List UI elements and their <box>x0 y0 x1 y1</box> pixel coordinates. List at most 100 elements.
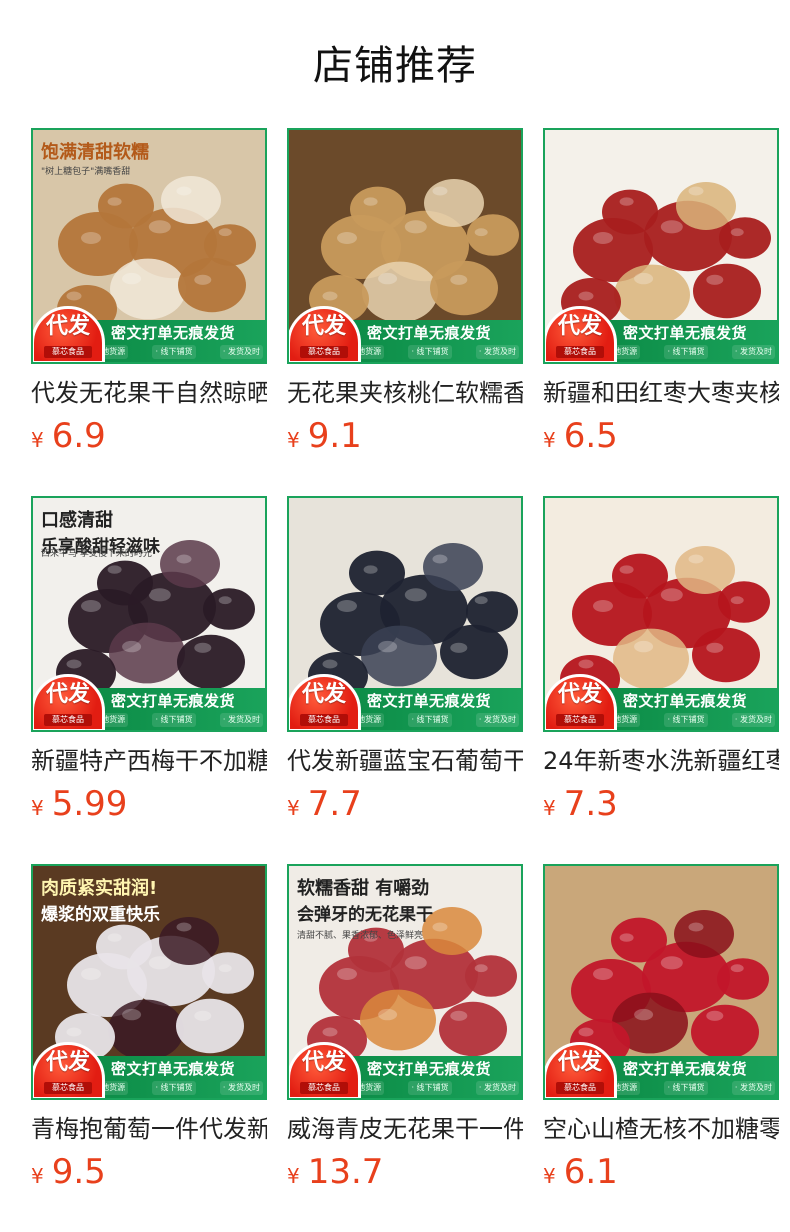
product-image[interactable]: 密文打单无痕发货 · 产地货源 · 线下铺货 · 发货及时 代发 慕芯食品 <box>287 128 523 364</box>
promo-headline: 密文打单无痕发货 <box>366 324 491 342</box>
product-image[interactable]: 密文打单无痕发货 · 产地货源 · 线下铺货 · 发货及时 代发 慕芯食品 <box>543 864 779 1100</box>
product-price: ¥7.3 <box>543 784 779 824</box>
promo-tags: · 产地货源 · 线下铺货 · 发货及时 <box>341 1081 519 1095</box>
promo-headline: 密文打单无痕发货 <box>622 1060 747 1078</box>
currency-symbol: ¥ <box>543 796 556 820</box>
badge-main-text: 代发 <box>45 682 90 707</box>
promo-tags: · 产地货源 · 线下铺货 · 发货及时 <box>85 1081 263 1095</box>
promo-tags: · 产地货源 · 线下铺货 · 发货及时 <box>597 345 775 359</box>
product-name[interactable]: 威海青皮无花果干一件代发 <box>287 1112 523 1146</box>
badge-main-text: 代发 <box>301 682 346 707</box>
badge-main-text: 代发 <box>557 682 602 707</box>
product-card[interactable]: 软糯香甜 有嚼劲 会弹牙的无花果干 清甜不腻、果香浓郁、色泽鲜亮 密文打单无痕发货 · … <box>287 864 523 1192</box>
promo-headline: 密文打单无痕发货 <box>110 1060 235 1078</box>
badge-brand-text: 慕芯食品 <box>300 714 348 726</box>
product-card[interactable]: 密文打单无痕发货 · 产地货源 · 线下铺货 · 发货及时 代发 慕芯食品 空心山楂无核不加… <box>543 864 779 1192</box>
badge-brand-text: 慕芯食品 <box>300 1082 348 1094</box>
badge-brand-text: 慕芯食品 <box>300 346 348 358</box>
product-image[interactable]: 饱满清甜软糯 "树上糖包子"满嘴香甜 密文打单无痕发货 · 产地货源 · 线下铺货 · 发… <box>31 128 267 364</box>
image-overlay-text: 口感清甜 <box>41 510 113 531</box>
price-value: 9.1 <box>307 416 362 456</box>
promo-tag: · 发货及时 <box>475 713 519 727</box>
badge-main-text: 代发 <box>45 1050 90 1075</box>
image-overlay-text: 会弹牙的无花果干 <box>297 905 433 925</box>
price-value: 6.9 <box>51 416 106 456</box>
currency-symbol: ¥ <box>543 1164 556 1188</box>
product-card[interactable]: 饱满清甜软糯 "树上糖包子"满嘴香甜 密文打单无痕发货 · 产地货源 · 线下铺货 · 发… <box>31 128 267 456</box>
promo-headline: 密文打单无痕发货 <box>110 324 235 342</box>
product-name[interactable]: 青梅抱葡萄一件代发新品 <box>31 1112 267 1146</box>
promo-banner: 密文打单无痕发货 · 产地货源 · 线下铺货 · 发货及时 代发 慕芯食品 <box>289 306 521 362</box>
badge-brand-text: 慕芯食品 <box>556 714 604 726</box>
promo-tag: · 线下铺货 <box>664 1081 708 1095</box>
promo-tag: · 发货及时 <box>219 345 263 359</box>
currency-symbol: ¥ <box>31 428 44 452</box>
badge-main-text: 代发 <box>45 314 90 339</box>
price-value: 5.99 <box>51 784 128 824</box>
badge-main-text: 代发 <box>301 1050 346 1075</box>
promo-headline: 密文打单无痕发货 <box>622 692 747 710</box>
product-image[interactable]: 肉质紧实甜润! 爆浆的双重快乐密文打单无痕发货 · 产地货源 · 线下铺货 · 发货及时… <box>31 864 267 1100</box>
price-value: 7.3 <box>563 784 618 824</box>
promo-headline: 密文打单无痕发货 <box>622 324 747 342</box>
product-card[interactable]: 口感清甜 乐享酸甜轻滋味 西来牛马 享受慢下来的时光 密文打单无痕发货 · 产地货源 · … <box>31 496 267 824</box>
price-value: 9.5 <box>51 1152 106 1192</box>
badge-main-text: 代发 <box>557 314 602 339</box>
product-name[interactable]: 无花果夹核桃仁软糯香甜 <box>287 376 523 410</box>
currency-symbol: ¥ <box>31 1164 44 1188</box>
promo-tag: · 发货及时 <box>475 1081 519 1095</box>
badge-brand-text: 慕芯食品 <box>556 1082 604 1094</box>
promo-headline: 密文打单无痕发货 <box>110 692 235 710</box>
promo-tag: · 线下铺货 <box>408 713 452 727</box>
badge-brand-text: 慕芯食品 <box>44 1082 92 1094</box>
product-card[interactable]: 肉质紧实甜润! 爆浆的双重快乐密文打单无痕发货 · 产地货源 · 线下铺货 · 发货及时… <box>31 864 267 1192</box>
image-overlay-text: 爆浆的双重快乐 <box>41 905 160 925</box>
price-value: 6.1 <box>563 1152 618 1192</box>
price-value: 6.5 <box>563 416 618 456</box>
promo-headline: 密文打单无痕发货 <box>366 1060 491 1078</box>
promo-tags: · 产地货源 · 线下铺货 · 发货及时 <box>597 713 775 727</box>
promo-tag: · 发货及时 <box>475 345 519 359</box>
currency-symbol: ¥ <box>287 796 300 820</box>
product-price: ¥7.7 <box>287 784 523 824</box>
product-image[interactable]: 口感清甜 乐享酸甜轻滋味 西来牛马 享受慢下来的时光 密文打单无痕发货 · 产地货源 · … <box>31 496 267 732</box>
product-image[interactable]: 密文打单无痕发货 · 产地货源 · 线下铺货 · 发货及时 代发 慕芯食品 <box>543 128 779 364</box>
promo-banner: 密文打单无痕发货 · 产地货源 · 线下铺货 · 发货及时 代发 慕芯食品 <box>289 1042 521 1098</box>
currency-symbol: ¥ <box>31 796 44 820</box>
promo-tag: · 线下铺货 <box>152 345 196 359</box>
currency-symbol: ¥ <box>287 428 300 452</box>
product-image[interactable]: 密文打单无痕发货 · 产地货源 · 线下铺货 · 发货及时 代发 慕芯食品 <box>287 496 523 732</box>
dropship-badge: 代发 慕芯食品 <box>33 674 105 730</box>
product-image[interactable]: 软糯香甜 有嚼劲 会弹牙的无花果干 清甜不腻、果香浓郁、色泽鲜亮 密文打单无痕发货 · … <box>287 864 523 1100</box>
image-overlay-text: 肉质紧实甜润! <box>41 878 158 899</box>
product-price: ¥9.1 <box>287 416 523 456</box>
promo-tag: · 发货及时 <box>731 1081 775 1095</box>
image-overlay-text: 饱满清甜软糯 <box>41 142 149 163</box>
image-overlay-text: 西来牛马 享受慢下来的时光 <box>41 549 152 559</box>
product-price: ¥9.5 <box>31 1152 267 1192</box>
product-card[interactable]: 密文打单无痕发货 · 产地货源 · 线下铺货 · 发货及时 代发 慕芯食品 无花果夹核桃仁软… <box>287 128 523 456</box>
promo-banner: 密文打单无痕发货 · 产地货源 · 线下铺货 · 发货及时 代发 慕芯食品 <box>289 674 521 730</box>
product-name[interactable]: 新疆特产西梅干不加糖 <box>31 744 267 778</box>
promo-tag: · 线下铺货 <box>408 345 452 359</box>
product-card[interactable]: 密文打单无痕发货 · 产地货源 · 线下铺货 · 发货及时 代发慕芯食品 24年新枣水洗新… <box>543 496 779 824</box>
dropship-badge: 代发 慕芯食品 <box>33 1042 105 1098</box>
dropship-badge: 代发 慕芯食品 <box>289 1042 361 1098</box>
price-value: 13.7 <box>307 1152 384 1192</box>
badge-brand-text: 慕芯食品 <box>44 714 92 726</box>
product-name[interactable]: 24年新枣水洗新疆红枣 <box>543 744 779 778</box>
product-name[interactable]: 空心山楂无核不加糖零食 <box>543 1112 779 1146</box>
product-name[interactable]: 代发新疆蓝宝石葡萄干 <box>287 744 523 778</box>
product-name[interactable]: 新疆和田红枣大枣夹核桃 <box>543 376 779 410</box>
promo-banner: 密文打单无痕发货 · 产地货源 · 线下铺货 · 发货及时 代发 慕芯食品 <box>33 306 265 362</box>
product-image[interactable]: 密文打单无痕发货 · 产地货源 · 线下铺货 · 发货及时 代发慕芯食品 <box>543 496 779 732</box>
currency-symbol: ¥ <box>543 428 556 452</box>
page-title: 店铺推荐 <box>313 43 477 89</box>
product-card[interactable]: 密文打单无痕发货 · 产地货源 · 线下铺货 · 发货及时 代发 慕芯食品 新疆和田红枣大枣… <box>543 128 779 456</box>
currency-symbol: ¥ <box>287 1164 300 1188</box>
product-name[interactable]: 代发无花果干自然晾晒 <box>31 376 267 410</box>
promo-headline: 密文打单无痕发货 <box>366 692 491 710</box>
promo-tag: · 发货及时 <box>731 345 775 359</box>
product-card[interactable]: 密文打单无痕发货 · 产地货源 · 线下铺货 · 发货及时 代发 慕芯食品 代发新疆蓝宝石葡… <box>287 496 523 824</box>
promo-banner: 密文打单无痕发货 · 产地货源 · 线下铺货 · 发货及时 代发 慕芯食品 <box>33 674 265 730</box>
